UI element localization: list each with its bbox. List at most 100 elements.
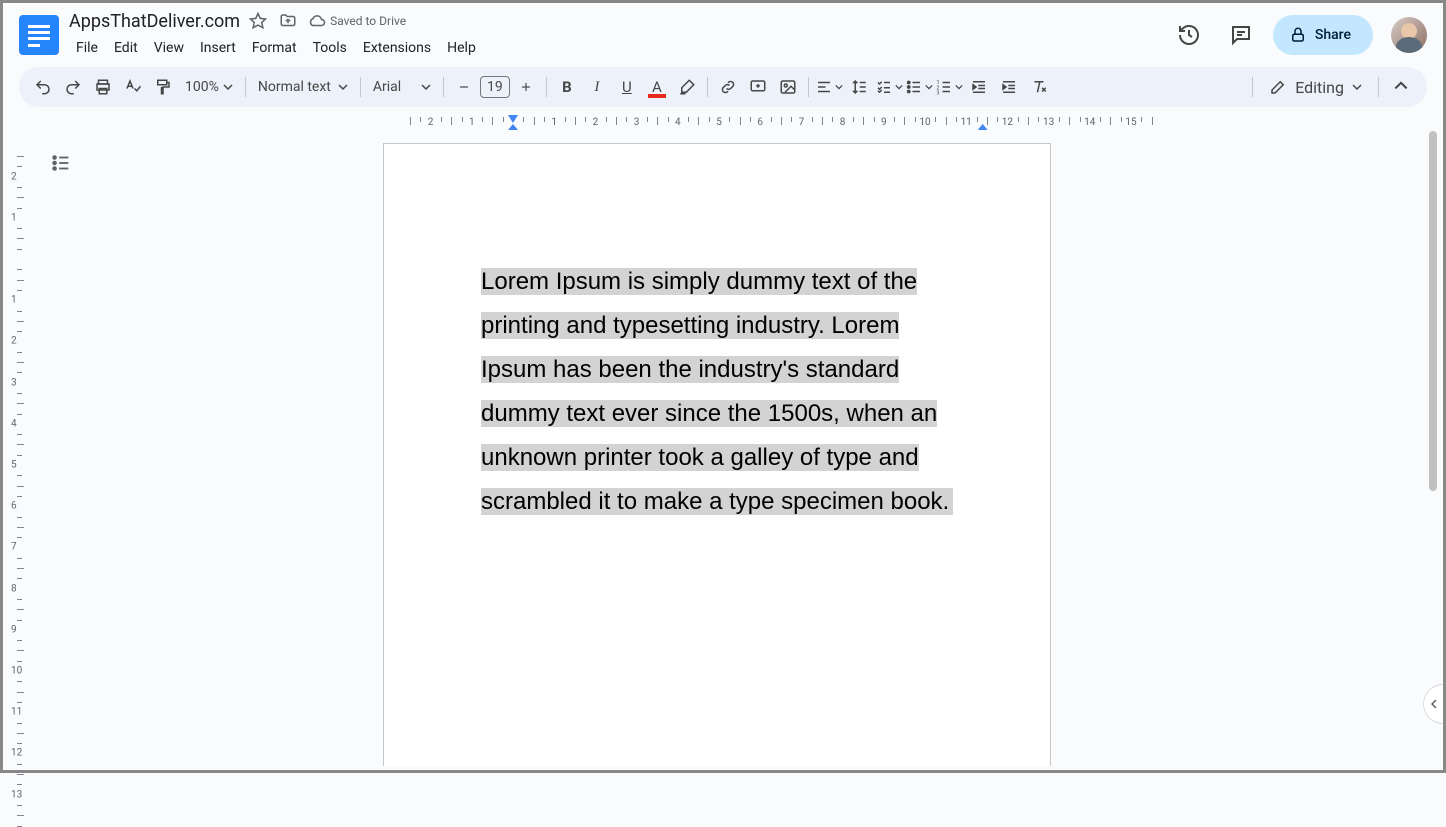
checklist-button[interactable] xyxy=(875,73,903,101)
menu-bar: File Edit View Insert Format Tools Exten… xyxy=(69,36,1169,60)
selected-text[interactable]: Lorem Ipsum is simply dummy text of the … xyxy=(481,268,953,515)
comments-icon[interactable] xyxy=(1221,15,1261,55)
ruler-number: 5 xyxy=(11,460,17,471)
ruler-number: 8 xyxy=(840,117,846,128)
ruler-number: 15 xyxy=(1125,117,1136,128)
toolbar-separator xyxy=(546,77,547,97)
font-value: Arial xyxy=(373,79,417,95)
collapse-toolbar-button[interactable] xyxy=(1385,71,1417,103)
menu-file[interactable]: File xyxy=(69,36,105,60)
increase-indent-button[interactable] xyxy=(995,73,1023,101)
align-button[interactable] xyxy=(815,73,843,101)
clear-formatting-button[interactable] xyxy=(1025,73,1053,101)
app-header: AppsThatDeliver.com Saved to Drive File … xyxy=(3,3,1443,67)
numbered-list-button[interactable]: 123 xyxy=(935,73,963,101)
ruler-number: 2 xyxy=(11,171,17,182)
ruler-number: 11 xyxy=(961,117,972,128)
highlight-button[interactable] xyxy=(673,73,701,101)
docs-logo-icon[interactable] xyxy=(19,15,59,55)
menu-format[interactable]: Format xyxy=(245,36,304,60)
left-indent-marker[interactable] xyxy=(508,115,518,123)
insert-image-button[interactable] xyxy=(774,73,802,101)
toolbar-separator xyxy=(360,77,361,97)
paint-format-button[interactable] xyxy=(149,73,177,101)
document-area: Lorem Ipsum is simply dummy text of the … xyxy=(25,131,1439,766)
decrease-indent-button[interactable] xyxy=(965,73,993,101)
hanging-indent-marker[interactable] xyxy=(508,124,518,130)
font-size-increase-button[interactable] xyxy=(512,73,540,101)
undo-button[interactable] xyxy=(29,73,57,101)
style-dropdown[interactable]: Normal text xyxy=(252,73,354,101)
star-icon[interactable] xyxy=(248,11,268,31)
text-color-button[interactable]: A xyxy=(643,73,671,101)
font-size-decrease-button[interactable] xyxy=(450,73,478,101)
chevron-down-icon xyxy=(223,82,233,92)
font-size-input[interactable] xyxy=(480,76,510,98)
ruler-number: 9 xyxy=(881,117,887,128)
editing-label: Editing xyxy=(1295,78,1344,97)
insert-link-button[interactable] xyxy=(714,73,742,101)
saved-text-label: Saved to Drive xyxy=(330,14,406,28)
ruler-number: 7 xyxy=(11,542,17,553)
toolbar-separator xyxy=(808,77,809,97)
toolbar-separator xyxy=(245,77,246,97)
bulleted-list-button[interactable] xyxy=(905,73,933,101)
line-spacing-button[interactable] xyxy=(845,73,873,101)
editing-mode-button[interactable]: Editing xyxy=(1259,78,1372,97)
ruler-number: 8 xyxy=(11,583,17,594)
redo-button[interactable] xyxy=(59,73,87,101)
page-content[interactable]: Lorem Ipsum is simply dummy text of the … xyxy=(481,260,956,524)
chevron-down-icon xyxy=(338,82,348,92)
ruler-number: 9 xyxy=(11,624,17,635)
font-dropdown[interactable]: Arial xyxy=(367,73,437,101)
toolbar-separator xyxy=(1252,77,1253,97)
ruler-number: 10 xyxy=(919,117,930,128)
menu-insert[interactable]: Insert xyxy=(193,36,243,60)
user-avatar[interactable] xyxy=(1391,17,1427,53)
header-right: Share xyxy=(1169,15,1427,55)
menu-extensions[interactable]: Extensions xyxy=(356,36,438,60)
zoom-dropdown[interactable]: 100% xyxy=(179,73,239,101)
title-row: AppsThatDeliver.com Saved to Drive xyxy=(69,11,1169,32)
scrollbar-thumb[interactable] xyxy=(1429,131,1437,491)
outline-toggle-button[interactable] xyxy=(47,149,75,177)
vertical-scrollbar[interactable] xyxy=(1427,131,1439,766)
ruler-number: 4 xyxy=(675,117,681,128)
document-title[interactable]: AppsThatDeliver.com xyxy=(69,11,240,32)
toolbar-separator xyxy=(1378,77,1379,97)
add-comment-button[interactable] xyxy=(744,73,772,101)
ruler-number: 6 xyxy=(757,117,763,128)
ruler-number: 7 xyxy=(799,117,805,128)
toolbar-container: 100% Normal text Arial B I U A 123 xyxy=(3,67,1443,115)
ruler-number: 14 xyxy=(1084,117,1095,128)
lock-icon xyxy=(1289,26,1307,44)
toolbar-separator xyxy=(443,77,444,97)
menu-help[interactable]: Help xyxy=(440,36,483,60)
menu-edit[interactable]: Edit xyxy=(107,36,145,60)
menu-view[interactable]: View xyxy=(147,36,191,60)
ruler-number: 2 xyxy=(428,117,434,128)
toolbar: 100% Normal text Arial B I U A 123 xyxy=(19,67,1427,107)
underline-button[interactable]: U xyxy=(613,73,641,101)
vertical-ruler[interactable]: 2112345678910111213 xyxy=(7,131,25,767)
print-button[interactable] xyxy=(89,73,117,101)
ruler-number: 11 xyxy=(11,707,22,718)
menu-tools[interactable]: Tools xyxy=(306,36,354,60)
ruler-number: 1 xyxy=(469,117,475,128)
ruler-number: 13 xyxy=(1043,117,1054,128)
horizontal-ruler[interactable]: 21123456789101112131415 xyxy=(38,115,1433,131)
italic-button[interactable]: I xyxy=(583,73,611,101)
spellcheck-button[interactable] xyxy=(119,73,147,101)
pencil-icon xyxy=(1269,78,1287,96)
share-button[interactable]: Share xyxy=(1273,15,1373,55)
ruler-number: 1 xyxy=(11,212,17,223)
saved-to-drive-label[interactable]: Saved to Drive xyxy=(308,12,406,30)
document-page[interactable]: Lorem Ipsum is simply dummy text of the … xyxy=(383,143,1051,766)
ruler-number: 6 xyxy=(11,501,17,512)
zoom-value: 100% xyxy=(185,79,219,95)
bold-button[interactable]: B xyxy=(553,73,581,101)
ruler-number: 12 xyxy=(1002,117,1013,128)
move-to-folder-icon[interactable] xyxy=(278,11,298,31)
ruler-number: 2 xyxy=(593,117,599,128)
history-icon[interactable] xyxy=(1169,15,1209,55)
